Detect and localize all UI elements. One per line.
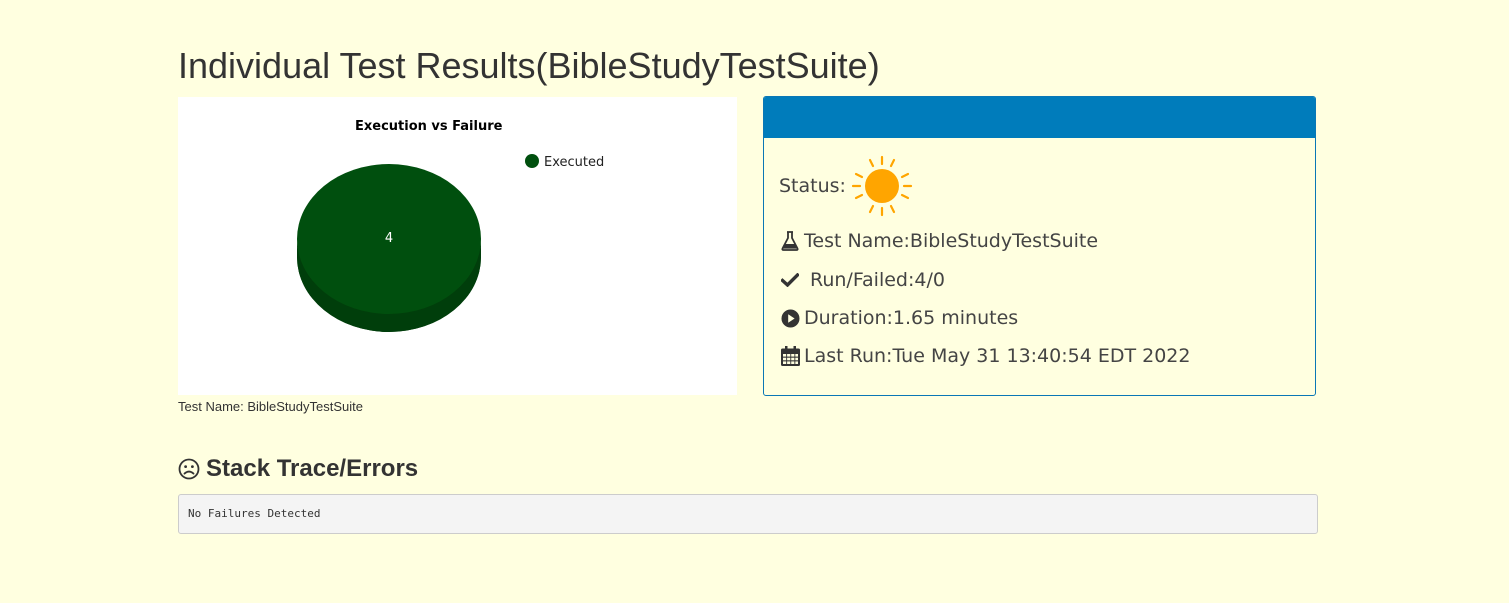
duration-row: Duration:1.65 minutes (779, 307, 1018, 329)
calendar-icon (779, 346, 801, 366)
play-circle-icon (779, 309, 801, 328)
last-run-row: Last Run:Tue May 31 13:40:54 EDT 2022 (779, 345, 1191, 367)
stack-trace-title: Stack Trace/Errors (206, 455, 419, 482)
status-row: Status: (779, 154, 914, 218)
sun-icon (850, 154, 914, 218)
pie-data-label: 4 (385, 231, 393, 246)
legend-label-executed: Executed (544, 155, 604, 170)
stack-trace-box: No Failures Detected (178, 494, 1318, 534)
frown-icon (178, 458, 200, 480)
page-title: Individual Test Results(BibleStudyTestSu… (178, 45, 880, 86)
legend-marker-executed (525, 154, 539, 168)
run-failed-row: Run/Failed:4/0 (779, 269, 945, 291)
check-icon (779, 273, 801, 287)
run-failed-value: Run/Failed:4/0 (810, 269, 945, 291)
test-name-value: Test Name:BibleStudyTestSuite (804, 230, 1099, 252)
stack-trace-heading: Stack Trace/Errors (178, 455, 418, 483)
pie-slices (297, 164, 481, 332)
last-run-value: Last Run:Tue May 31 13:40:54 EDT 2022 (804, 345, 1191, 367)
test-name-row: Test Name:BibleStudyTestSuite (779, 230, 1098, 252)
chart-caption: Test Name: BibleStudyTestSuite (178, 399, 363, 414)
execution-chart: Execution vs Failure Executed 4 (178, 97, 737, 395)
card-header (764, 97, 1315, 138)
status-label: Status: (779, 175, 846, 197)
duration-value: Duration:1.65 minutes (804, 307, 1019, 329)
status-card: Status: Test Name:BibleStudyTestSuite Ru… (763, 96, 1316, 396)
pie-chart-svg: Execution vs Failure Executed 4 (297, 119, 604, 332)
stack-trace-content: No Failures Detected (188, 507, 321, 520)
chart-title: Execution vs Failure (355, 119, 503, 134)
flask-icon (779, 231, 801, 251)
chart-legend[interactable]: Executed (525, 154, 604, 170)
